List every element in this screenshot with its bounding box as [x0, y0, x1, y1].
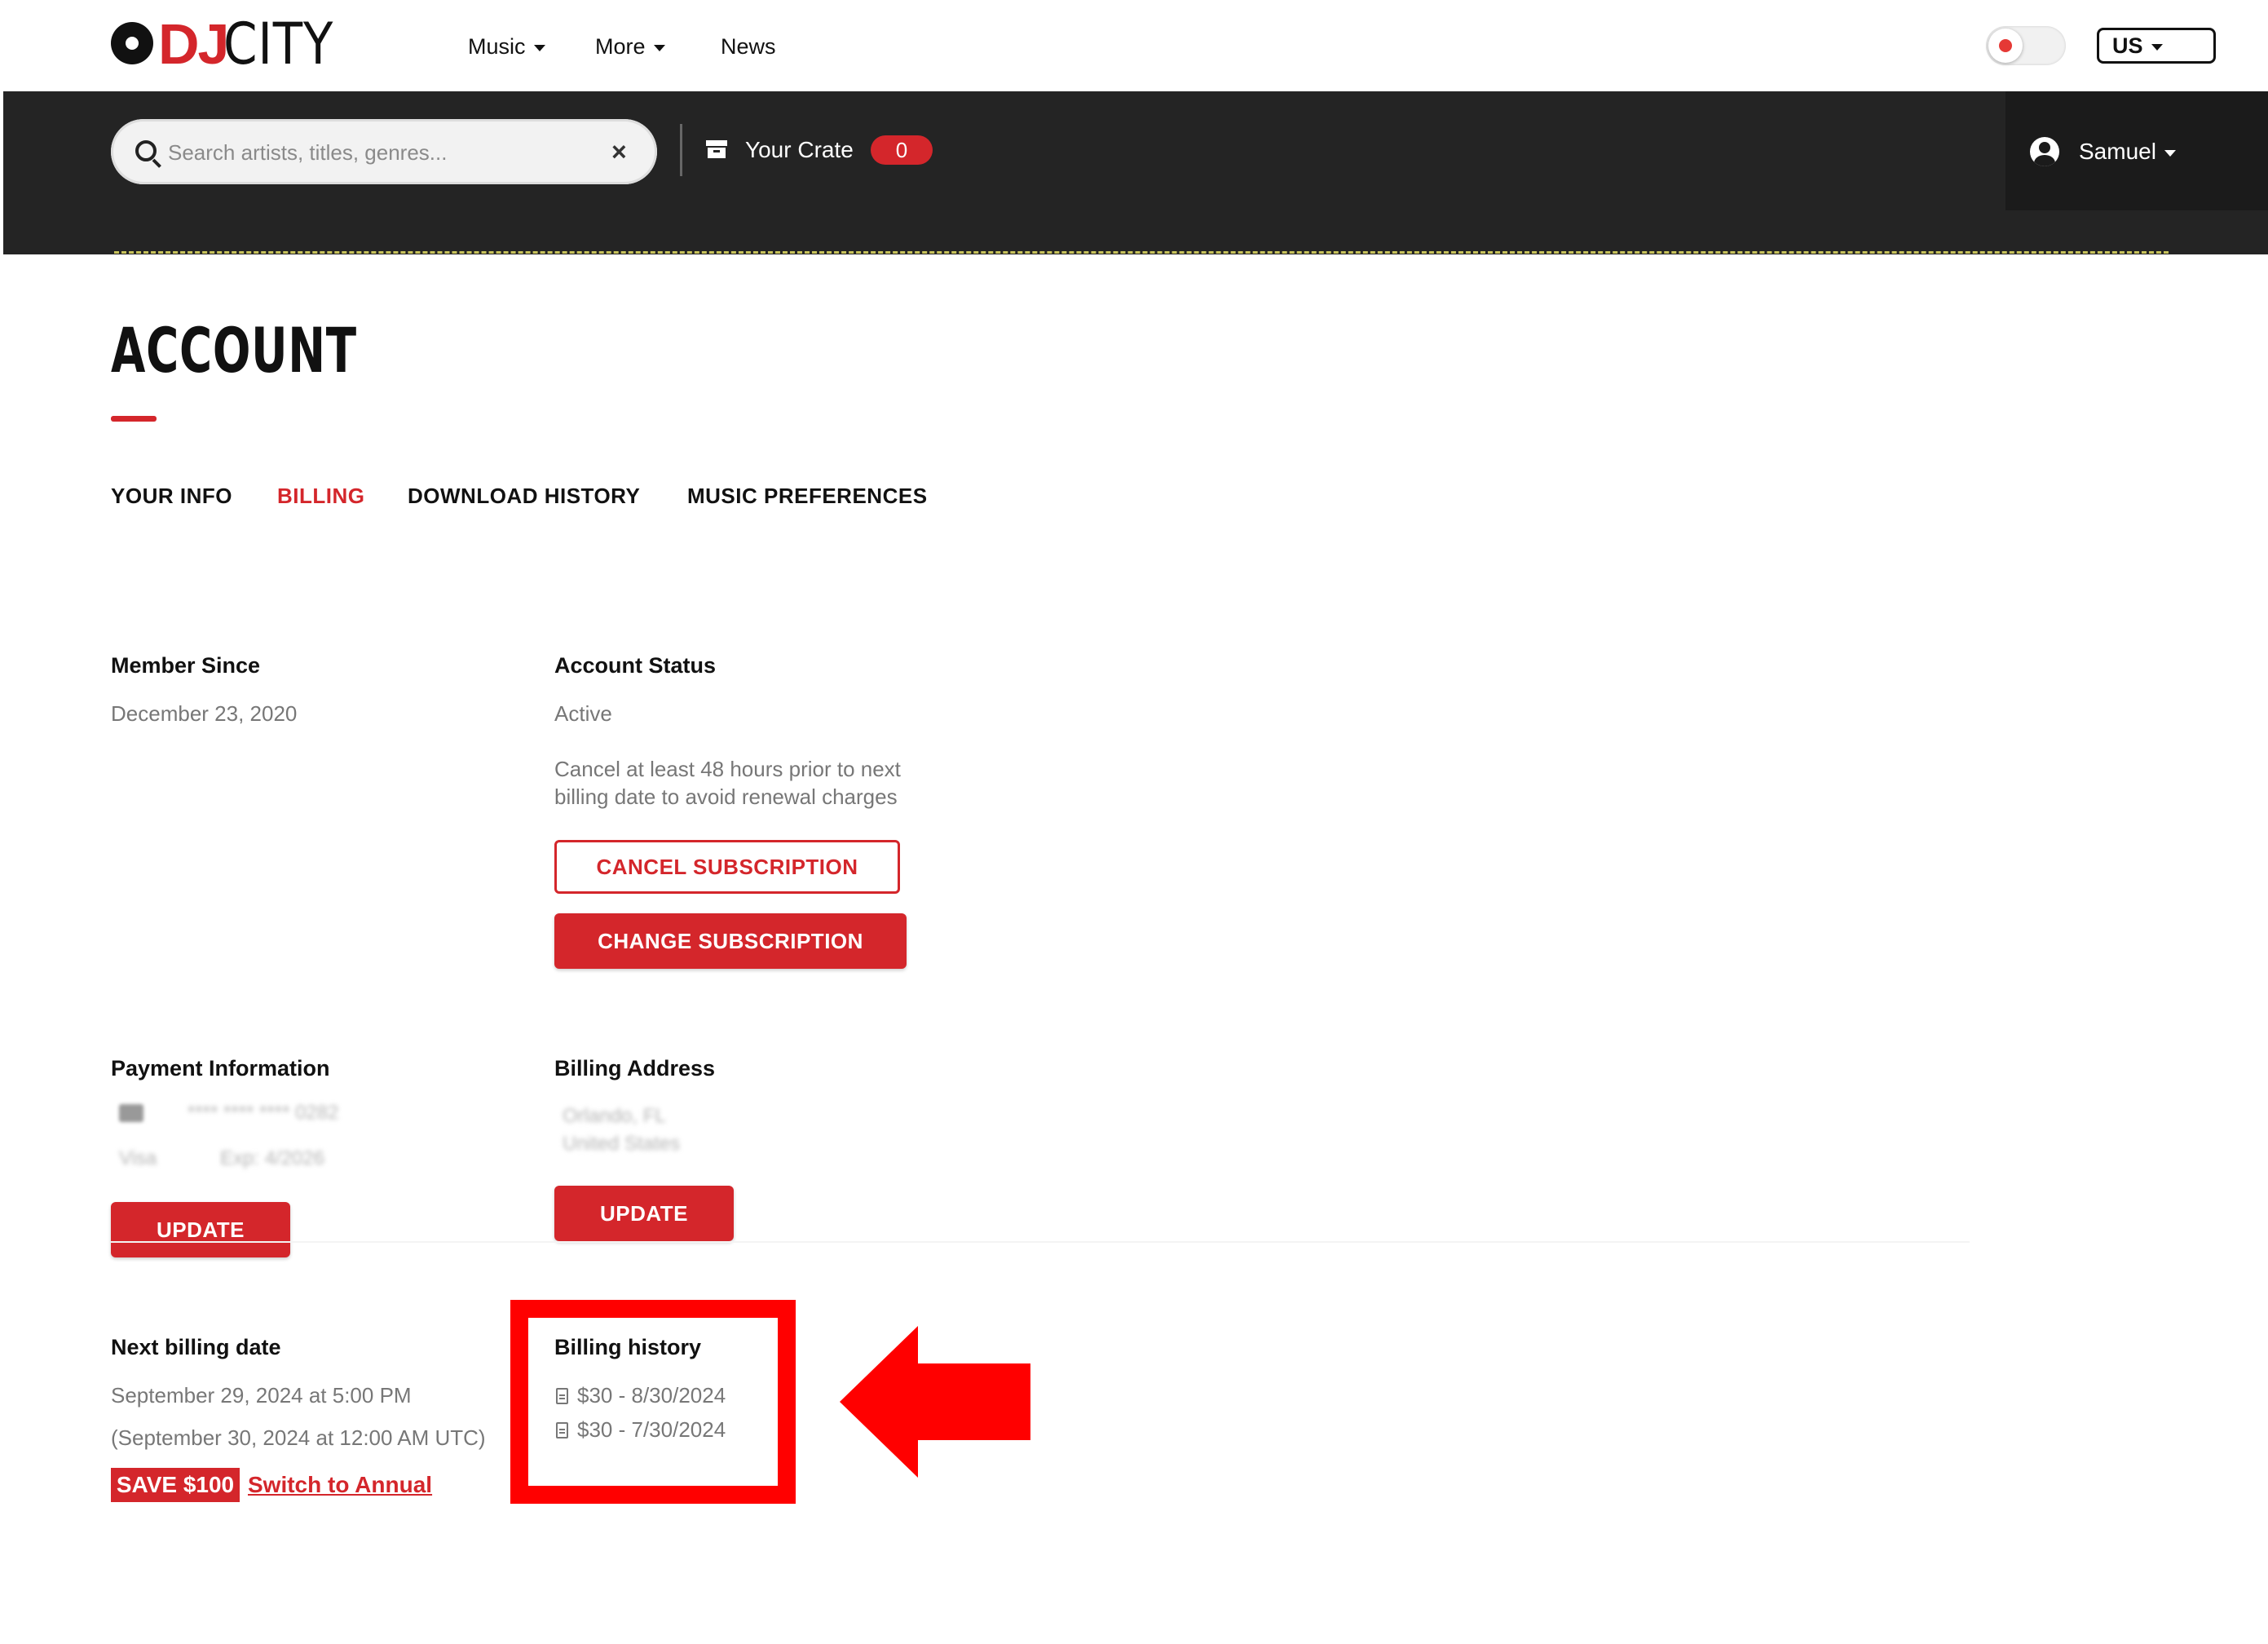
member-since-value: December 23, 2020 — [111, 701, 298, 726]
vinyl-logo-icon — [111, 22, 153, 64]
search-icon — [135, 140, 157, 161]
logo-dj[interactable]: DJ — [158, 11, 229, 77]
change-subscription-button[interactable]: CHANGE SUBSCRIPTION — [554, 913, 907, 969]
card-expiry: Exp: 4/2026 — [220, 1147, 325, 1169]
theme-toggle[interactable] — [1986, 26, 2066, 65]
arrow-left-icon — [840, 1326, 1030, 1478]
update-payment-button[interactable]: UPDATE — [111, 1202, 290, 1257]
logo-city[interactable]: CITY — [223, 11, 333, 77]
user-name-label: Samuel — [2079, 139, 2156, 164]
update-address-button[interactable]: UPDATE — [554, 1186, 734, 1241]
address-line1: Orlando, FL — [563, 1105, 666, 1127]
tab-music-preferences[interactable]: MUSIC PREFERENCES — [687, 481, 928, 510]
your-crate-link[interactable]: Your Crate — [745, 135, 854, 165]
tab-your-info[interactable]: YOUR INFO — [111, 481, 232, 510]
chevron-down-icon — [2164, 149, 2176, 157]
sun-icon — [1999, 39, 2012, 52]
member-since-heading: Member Since — [111, 653, 261, 678]
nav-news-label: News — [721, 34, 776, 59]
card-type: Visa — [119, 1147, 157, 1169]
next-billing-local: September 29, 2024 at 5:00 PM — [111, 1383, 412, 1408]
crate-icon[interactable] — [706, 140, 727, 158]
title-underline — [111, 416, 157, 422]
chevron-down-icon — [2151, 43, 2163, 51]
cancel-note-line1: Cancel at least 48 hours prior to next — [554, 757, 901, 781]
account-status-heading: Account Status — [554, 653, 717, 678]
nav-music[interactable]: Music — [468, 33, 545, 60]
user-menu[interactable]: Samuel — [2005, 91, 2268, 210]
save-badge: SAVE $100 — [111, 1468, 240, 1502]
crate-count-badge[interactable]: 0 — [871, 135, 933, 165]
nav-more-label: More — [595, 34, 646, 59]
user-name: Samuel — [2079, 137, 2176, 166]
close-icon[interactable]: × — [611, 134, 627, 170]
cancel-note-line2: billing date to avoid renewal charges — [554, 784, 898, 809]
card-number: **** **** **** 0282 — [188, 1102, 339, 1124]
section-divider — [111, 1241, 1970, 1243]
page-title: ACCOUNT — [111, 314, 357, 387]
highlight-box — [510, 1300, 796, 1504]
tab-billing[interactable]: BILLING — [277, 481, 365, 510]
chevron-down-icon — [533, 44, 545, 51]
search-input[interactable] — [166, 134, 593, 171]
region-label: US — [2112, 33, 2143, 58]
toggle-knob — [1988, 29, 2023, 63]
payment-information-heading: Payment Information — [111, 1056, 330, 1081]
account-status-value: Active — [554, 701, 612, 726]
top-navigation: DJ CITY Music More News US — [0, 0, 2268, 91]
nav-music-label: Music — [468, 34, 526, 59]
address-line2: United States — [563, 1133, 681, 1155]
billing-address-heading: Billing Address — [554, 1056, 716, 1081]
credit-card-icon — [119, 1104, 143, 1122]
divider — [114, 251, 2169, 254]
switch-to-annual-link[interactable]: Switch to Annual — [248, 1469, 432, 1500]
tab-download-history[interactable]: DOWNLOAD HISTORY — [408, 481, 640, 510]
chevron-down-icon — [653, 44, 665, 51]
search-box: × — [111, 119, 657, 184]
nav-news[interactable]: News — [721, 33, 776, 60]
next-billing-utc: (September 30, 2024 at 12:00 AM UTC) — [111, 1425, 486, 1450]
region-selector[interactable]: US — [2097, 28, 2216, 64]
next-billing-heading: Next billing date — [111, 1335, 281, 1359]
toolbar-divider — [680, 124, 682, 176]
user-avatar-icon — [2030, 137, 2059, 166]
cancel-subscription-button[interactable]: CANCEL SUBSCRIPTION — [554, 840, 900, 894]
nav-more[interactable]: More — [595, 33, 665, 60]
